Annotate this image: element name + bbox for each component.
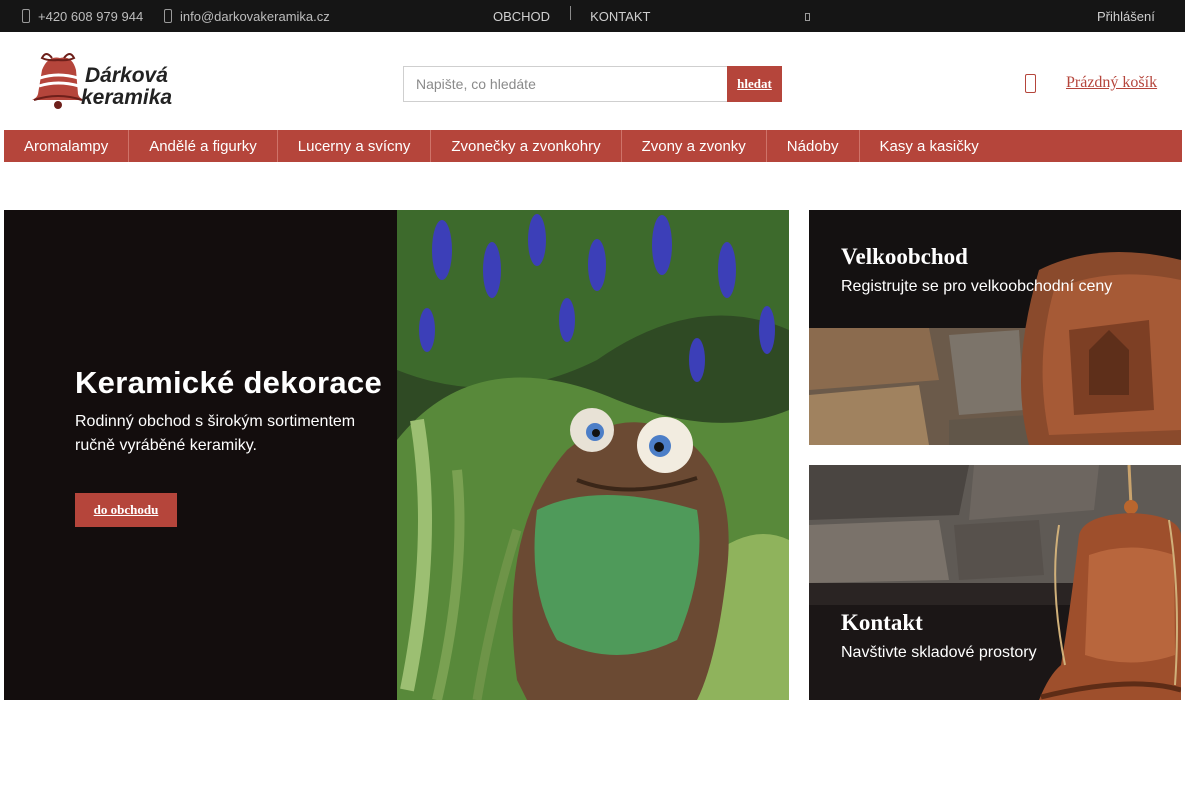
hero-banner: Keramické dekorace Rodinný obchod s širo… — [4, 210, 789, 700]
top-nav-contact[interactable]: KONTAKT — [590, 9, 650, 24]
search-button[interactable]: hledat — [727, 66, 782, 102]
contact-title[interactable]: Kontakt — [841, 610, 923, 636]
social-icon[interactable] — [805, 13, 810, 21]
shop-button[interactable]: do obchodu — [75, 493, 177, 527]
category-andele-a-figurky[interactable]: Andělé a figurky — [129, 130, 278, 162]
logo-text-line1: Dárková — [85, 64, 168, 87]
category-lucerny-a-svicny[interactable]: Lucerny a svícny — [278, 130, 432, 162]
phone-icon — [22, 9, 30, 23]
shopping-bag-icon[interactable] — [1025, 74, 1036, 93]
hero-frog-image — [397, 210, 789, 700]
logo-text-line2: keramika — [81, 86, 172, 109]
email-address[interactable]: info@darkovakeramika.cz — [180, 9, 330, 24]
wholesale-title[interactable]: Velkoobchod — [841, 244, 968, 270]
search-form: hledat — [403, 66, 782, 102]
category-aromalampy[interactable]: Aromalampy — [4, 130, 130, 162]
contact-subtitle: Navštivte skladové prostory — [841, 644, 1037, 661]
hero-title: Keramické dekorace — [75, 365, 382, 400]
wholesale-subtitle: Registrujte se pro velkoobchodní ceny — [841, 278, 1113, 295]
category-kasy-a-kasicky[interactable]: Kasy a kasičky — [860, 130, 999, 162]
top-nav: OBCHOD KONTAKT — [493, 0, 651, 32]
contact-email[interactable]: info@darkovakeramika.cz — [164, 0, 330, 32]
bell-logo-icon: Dárková keramika — [32, 53, 172, 109]
hero-text: Rodinný obchod s širokým sortimentem ruč… — [75, 413, 356, 454]
top-nav-shop[interactable]: OBCHOD — [493, 9, 550, 24]
phone-number[interactable]: +420 608 979 944 — [38, 9, 143, 24]
top-bar: +420 608 979 944 info@darkovakeramika.cz… — [0, 0, 1185, 32]
contact-panel[interactable]: Kontakt Navštivte skladové prostory — [809, 465, 1181, 700]
category-nadoby[interactable]: Nádoby — [767, 130, 860, 162]
top-nav-divider — [570, 6, 572, 20]
site-logo[interactable]: Dárková keramika — [28, 52, 188, 112]
contact-bell-image — [809, 465, 1181, 700]
login-link[interactable]: Přihlášení — [1097, 0, 1155, 32]
category-zvony-a-zvonky[interactable]: Zvony a zvonky — [622, 130, 767, 162]
category-nav: Aromalampy Andělé a figurky Lucerny a sv… — [4, 130, 1182, 162]
envelope-icon — [164, 9, 172, 23]
wholesale-panel[interactable]: Velkoobchod Registrujte se pro velkoobch… — [809, 210, 1181, 445]
cart-label[interactable]: Prázdný košík — [1066, 74, 1157, 91]
contact-phone[interactable]: +420 608 979 944 — [22, 0, 143, 32]
category-zvonecky-a-zvonkohry[interactable]: Zvonečky a zvonkohry — [431, 130, 622, 162]
search-input[interactable] — [403, 66, 727, 102]
cart-link[interactable]: Prázdný košík — [1066, 74, 1157, 92]
